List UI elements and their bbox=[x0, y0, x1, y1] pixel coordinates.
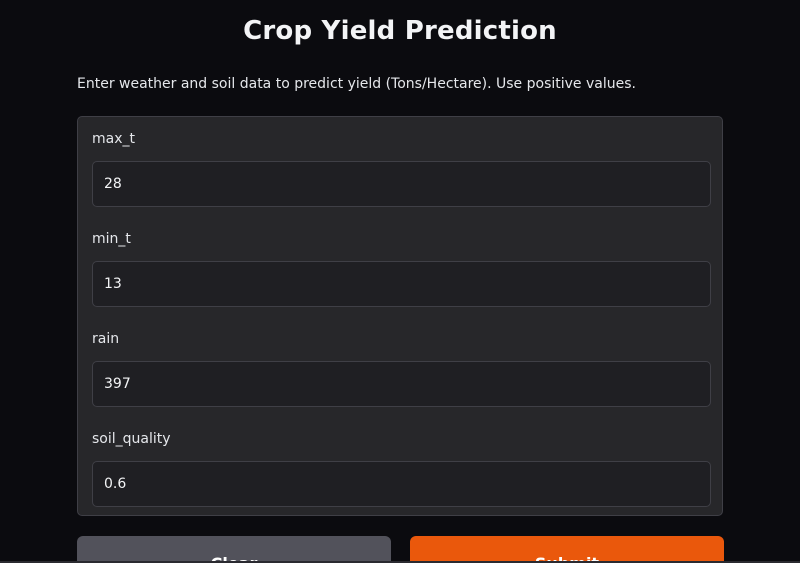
min-t-input[interactable] bbox=[92, 261, 711, 307]
field-soil-quality: soil_quality bbox=[92, 429, 711, 507]
rain-input[interactable] bbox=[92, 361, 711, 407]
max-t-input[interactable] bbox=[92, 161, 711, 207]
clear-button[interactable]: Clear bbox=[77, 536, 391, 563]
field-rain: rain bbox=[92, 329, 711, 407]
submit-button[interactable]: Submit bbox=[410, 536, 724, 563]
app-page: Crop Yield Prediction Enter weather and … bbox=[0, 0, 800, 563]
field-label-soil-quality: soil_quality bbox=[92, 431, 171, 447]
field-label-min-t: min_t bbox=[92, 231, 131, 247]
field-max-t: max_t bbox=[92, 129, 711, 207]
field-label-max-t: max_t bbox=[92, 131, 135, 147]
page-description: Enter weather and soil data to predict y… bbox=[77, 76, 636, 92]
page-title: Crop Yield Prediction bbox=[243, 16, 557, 46]
soil-quality-input[interactable] bbox=[92, 461, 711, 507]
field-label-rain: rain bbox=[92, 331, 120, 347]
field-min-t: min_t bbox=[92, 229, 711, 307]
input-form-panel: max_t min_t rain soil_quality bbox=[77, 116, 723, 516]
